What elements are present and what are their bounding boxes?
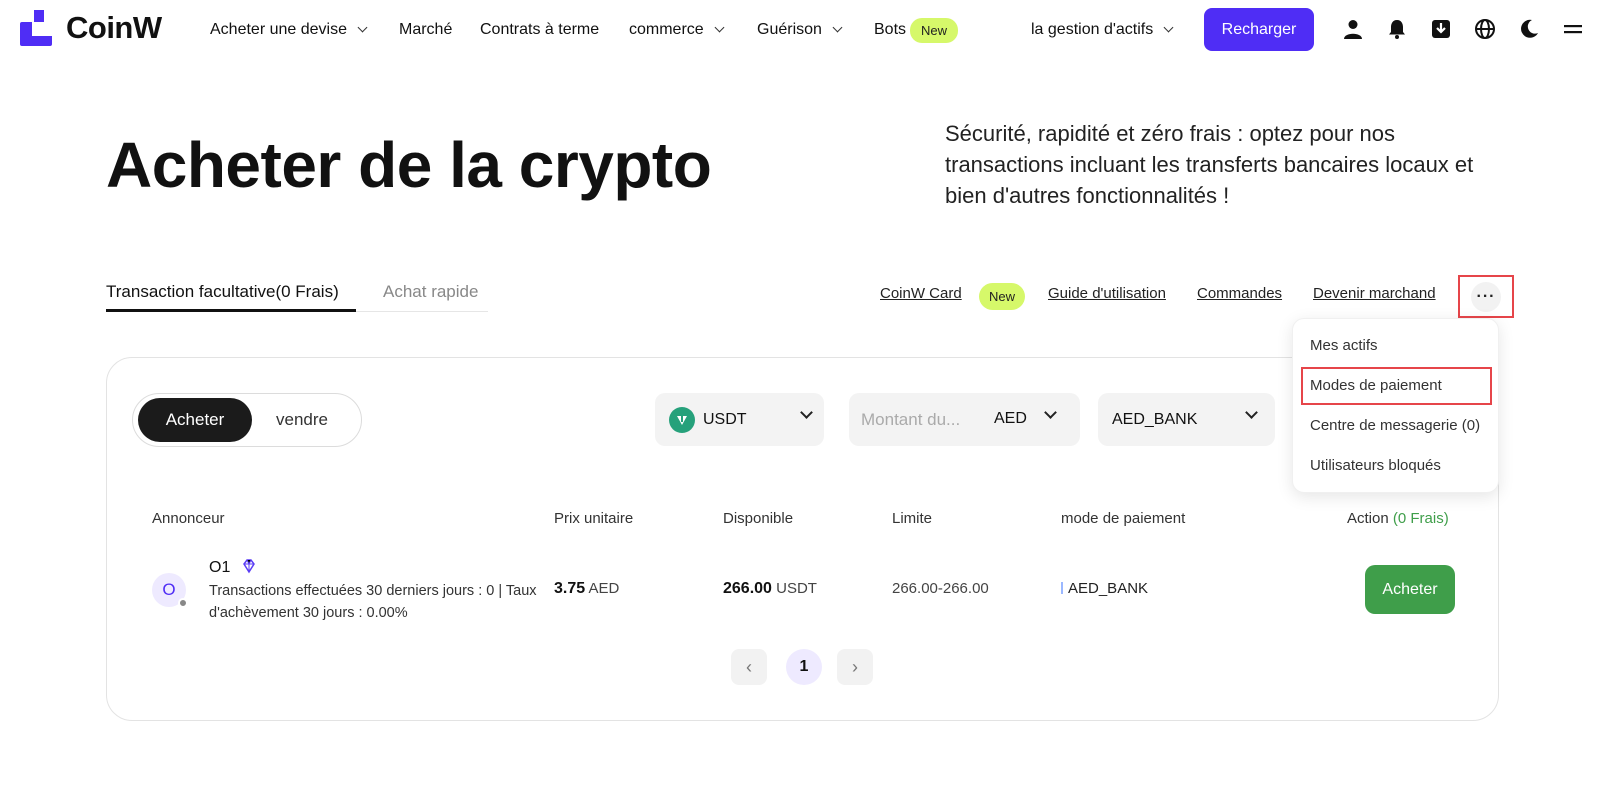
user-guide-link[interactable]: Guide d'utilisation — [1048, 285, 1166, 302]
nav-market-label: Marché — [399, 21, 453, 38]
next-page-button[interactable]: › — [837, 649, 873, 685]
chevron-down-icon — [1044, 406, 1057, 419]
top-header: CoinW Acheter une devise Marché Contrats… — [0, 0, 1600, 60]
unit-price-cell: 3.75 AED — [554, 580, 619, 598]
unit-price-currency: AED — [588, 580, 620, 597]
globe-icon[interactable] — [1474, 18, 1496, 40]
menu-item-my-assets[interactable]: Mes actifs — [1310, 337, 1378, 354]
coinw-logo[interactable]: CoinW — [20, 10, 162, 46]
download-icon[interactable] — [1430, 18, 1452, 40]
nav-guerison-label: Guérison — [757, 21, 822, 38]
buy-button[interactable]: Acheter — [1365, 565, 1455, 614]
chevron-down-icon — [714, 22, 725, 33]
recharge-button[interactable]: Recharger — [1204, 8, 1314, 51]
nav-market[interactable]: Marché — [399, 18, 452, 42]
chevron-down-icon — [800, 406, 813, 419]
nav-buy-currency-label: Acheter une devise — [210, 21, 347, 38]
become-merchant-link[interactable]: Devenir marchand — [1313, 285, 1436, 302]
tab-quick-buy[interactable]: Achat rapide — [383, 282, 478, 302]
amount-input-placeholder: Montant du... — [861, 409, 961, 429]
payment-color-bar — [1061, 582, 1063, 594]
nav-asset-management-label: la gestion d'actifs — [1031, 21, 1154, 38]
buy-toggle-button[interactable]: Acheter — [138, 398, 252, 442]
nav-commerce[interactable]: commerce — [629, 18, 725, 42]
coinw-card-new-badge: New — [979, 283, 1026, 310]
nav-buy-currency[interactable]: Acheter une devise — [210, 18, 368, 42]
chevron-down-icon — [357, 22, 368, 33]
more-options-button[interactable]: ··· — [1458, 275, 1514, 318]
advertiser-name[interactable]: O1 — [209, 558, 257, 577]
limit-cell: 266.00-266.00 — [892, 580, 989, 597]
fiat-select[interactable]: AED — [994, 410, 1027, 428]
column-header-available: Disponible — [723, 510, 794, 527]
nav-guerison[interactable]: Guérison — [757, 18, 843, 42]
nav-bots-label: Bots — [874, 21, 907, 38]
logo-text: CoinW — [66, 10, 162, 45]
menu-icon[interactable] — [1562, 18, 1584, 40]
logo-mark-icon — [20, 10, 52, 46]
offline-status-dot — [178, 598, 188, 608]
column-header-action: Action (0 Frais) — [1347, 510, 1449, 527]
zero-fee-note: (0 Frais) — [1392, 510, 1449, 527]
column-header-limit: Limite — [892, 510, 933, 527]
payment-method-select[interactable]: AED_BANK — [1098, 393, 1275, 446]
chevron-down-icon — [832, 22, 843, 33]
user-icon[interactable] — [1342, 18, 1364, 40]
advertiser-stats: Transactions effectuées 30 derniers jour… — [209, 583, 537, 621]
payment-method-value: AED_BANK — [1068, 580, 1149, 597]
bots-new-badge: New — [910, 17, 959, 43]
column-header-advertiser: Annonceur — [152, 510, 225, 527]
orders-link[interactable]: Commandes — [1197, 285, 1282, 302]
available-currency: USDT — [776, 580, 817, 597]
diamond-badge-icon — [242, 559, 255, 574]
more-options-menu: Mes actifs Modes de paiement Centre de m… — [1292, 318, 1499, 493]
usdt-coin-icon — [669, 406, 695, 433]
nav-futures[interactable]: Contrats à terme — [480, 18, 599, 42]
tab-divider — [356, 311, 488, 312]
menu-item-payment-methods[interactable]: Modes de paiement — [1310, 377, 1442, 394]
column-header-payment-method: mode de paiement — [1061, 510, 1186, 527]
unit-price-value: 3.75 — [554, 580, 586, 597]
nav-asset-management[interactable]: la gestion d'actifs — [1031, 18, 1174, 42]
more-dots-icon: ··· — [1471, 281, 1501, 312]
bell-icon[interactable] — [1386, 18, 1408, 40]
advertiser-name-label: O1 — [209, 559, 231, 576]
page-subtitle: Sécurité, rapidité et zéro frais : optez… — [945, 121, 1474, 208]
current-page-button[interactable]: 1 — [786, 649, 822, 685]
available-cell: 266.00 USDT — [723, 580, 817, 598]
payment-method-select-value: AED_BANK — [1112, 410, 1198, 428]
nav-commerce-label: commerce — [629, 21, 704, 38]
chevron-down-icon — [1245, 406, 1258, 419]
action-header-label: Action — [1347, 510, 1389, 527]
column-header-unit-price: Prix unitaire — [554, 510, 634, 527]
nav-futures-label: Contrats à terme — [480, 21, 600, 38]
coin-select[interactable]: USDT — [655, 393, 824, 446]
tab-optional-transaction[interactable]: Transaction facultative(0 Frais) — [106, 282, 339, 302]
menu-item-blocked-users[interactable]: Utilisateurs bloqués — [1310, 457, 1441, 474]
payment-method-cell: AED_BANK — [1061, 580, 1148, 597]
menu-item-message-center[interactable]: Centre de messagerie (0) — [1310, 417, 1480, 434]
chevron-left-icon: ‹ — [746, 656, 752, 677]
previous-page-button[interactable]: ‹ — [731, 649, 767, 685]
coinw-card-link[interactable]: CoinW Card — [880, 285, 962, 302]
amount-input[interactable]: Montant du... AED — [849, 393, 1080, 446]
active-tab-indicator — [106, 309, 356, 312]
sell-toggle-button[interactable]: vendre — [276, 410, 328, 430]
chevron-down-icon — [1163, 22, 1174, 33]
page-title: Acheter de la crypto — [106, 129, 712, 201]
moon-icon[interactable] — [1518, 18, 1540, 40]
chevron-right-icon: › — [852, 656, 858, 677]
nav-bots[interactable]: Bots New — [874, 16, 959, 44]
available-value: 266.00 — [723, 580, 772, 597]
coin-select-value: USDT — [703, 410, 747, 428]
